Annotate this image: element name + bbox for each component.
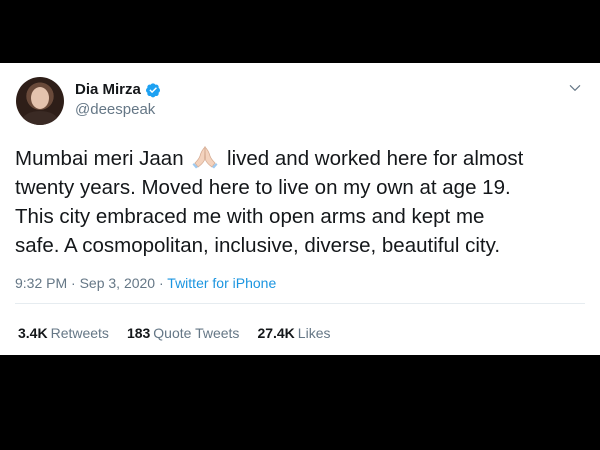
likes-label: Likes (297, 325, 331, 341)
quote-tweets-count: 183 (126, 325, 151, 341)
tweet-meta: 9:32 PM · Sep 3, 2020 · Twitter for iPho… (15, 275, 276, 291)
avatar-shoulder (22, 111, 58, 125)
tweet-card: Dia Mirza @deespeak Mumbai meri Jaan liv… (0, 63, 600, 355)
tweet-text-line-3: This city embraced me with open arms and… (15, 205, 485, 228)
likes-stat[interactable]: 27.4K Likes (257, 325, 330, 341)
verified-badge-icon (145, 82, 160, 97)
tweet-text-line-4: safe. A cosmopolitan, inclusive, diverse… (15, 234, 501, 257)
tweet-text-segment: lived and worked here for almost (227, 147, 524, 170)
quote-tweets-label: Quote Tweets (153, 325, 240, 341)
avatar[interactable] (16, 77, 64, 125)
divider (15, 303, 585, 304)
author-handle[interactable]: @deespeak (75, 101, 155, 118)
quote-tweets-stat[interactable]: 183 Quote Tweets (127, 325, 240, 341)
tweet-timestamp[interactable]: 9:32 PM · Sep 3, 2020 (15, 275, 155, 291)
tweet-source-link[interactable]: Twitter for iPhone (167, 275, 276, 291)
tweet-text: Mumbai meri Jaan lived and worked here f… (15, 144, 590, 260)
meta-separator: · (155, 275, 168, 291)
chevron-down-icon[interactable] (568, 81, 582, 95)
retweets-count: 3.4K (18, 325, 48, 341)
engagement-stats: 3.4K Retweets 183 Quote Tweets 27.4K Likes (18, 325, 330, 341)
retweets-stat[interactable]: 3.4K Retweets (18, 325, 109, 341)
likes-count: 27.4K (257, 325, 295, 341)
retweets-label: Retweets (50, 325, 109, 341)
author-name-row[interactable]: Dia Mirza (75, 81, 161, 98)
folded-hands-icon (192, 145, 218, 169)
tweet-text-line-2: twenty years. Moved here to live on my o… (15, 176, 511, 199)
display-name[interactable]: Dia Mirza (75, 81, 141, 98)
tweet-text-line-1: Mumbai meri Jaan lived and worked here f… (15, 144, 590, 173)
tweet-text-segment: Mumbai meri Jaan (15, 147, 184, 170)
avatar-face (31, 87, 49, 109)
